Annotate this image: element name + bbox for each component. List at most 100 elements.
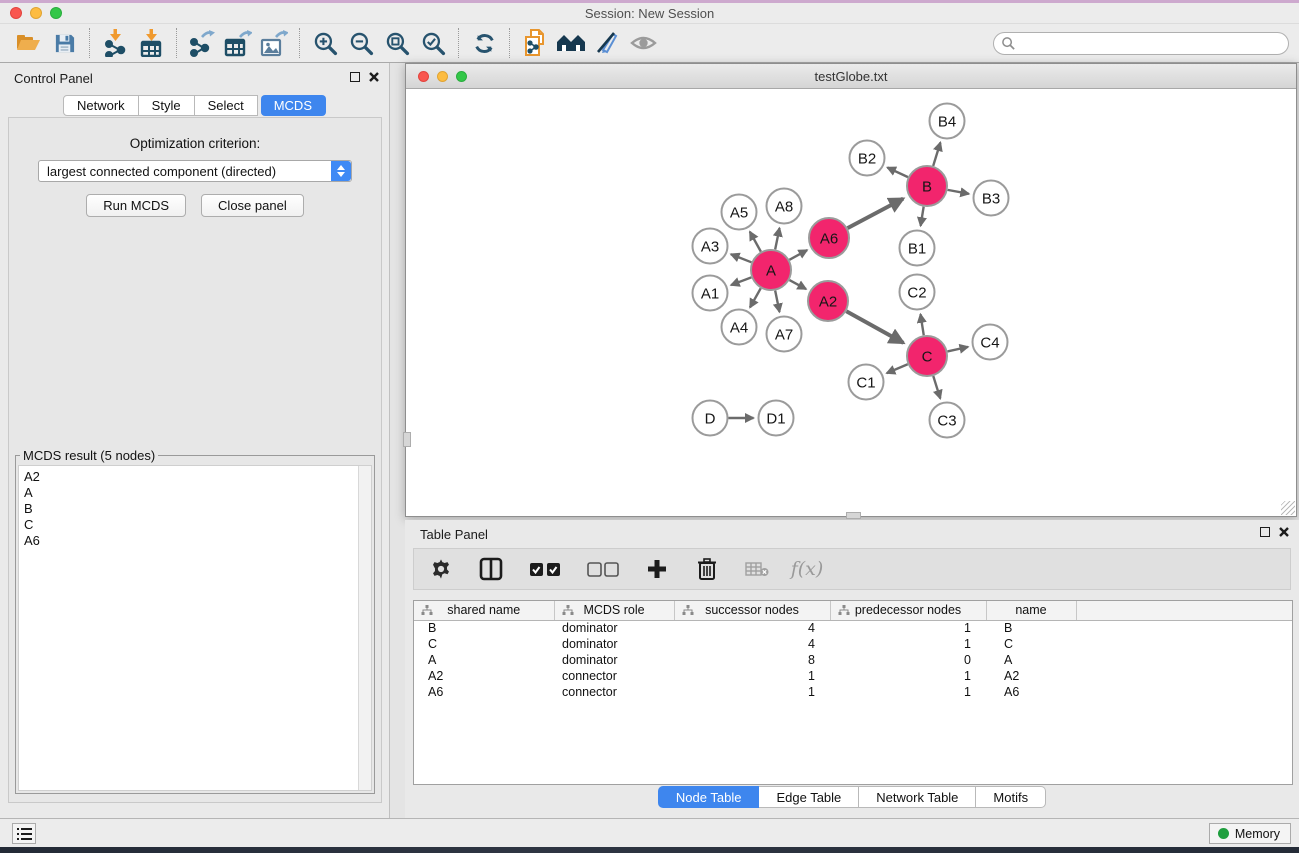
- graph-edge-A-A5[interactable]: [750, 232, 761, 252]
- clone-network-icon[interactable]: [517, 26, 553, 60]
- graph-edge-B-B4[interactable]: [933, 143, 940, 166]
- table-cell[interactable]: A6: [414, 684, 554, 700]
- close-panel-button[interactable]: Close panel: [201, 194, 304, 217]
- hide-graphics-details-icon[interactable]: [589, 26, 625, 60]
- zoom-in-icon[interactable]: [307, 26, 343, 60]
- table-cell[interactable]: 1: [830, 684, 986, 700]
- tab-motifs[interactable]: Motifs: [976, 786, 1046, 808]
- column-header-predecessor-nodes[interactable]: predecessor nodes: [830, 601, 986, 620]
- tab-network-table[interactable]: Network Table: [859, 786, 976, 808]
- graph-edge-B-B3[interactable]: [948, 190, 969, 194]
- graph-edge-A-A4[interactable]: [750, 288, 761, 307]
- graph-edge-A-A1[interactable]: [731, 277, 751, 285]
- table-cell[interactable]: 0: [830, 652, 986, 668]
- zoom-fit-icon[interactable]: [379, 26, 415, 60]
- graph-edge-A-A6[interactable]: [789, 250, 807, 260]
- tab-node-table[interactable]: Node Table: [658, 786, 760, 808]
- column-header-successor-nodes[interactable]: successor nodes: [674, 601, 830, 620]
- table-row[interactable]: Adominator80A: [414, 652, 1292, 668]
- run-mcds-button[interactable]: Run MCDS: [86, 194, 186, 217]
- table-float-panel-icon[interactable]: [1260, 527, 1270, 537]
- show-columns-icon[interactable]: [478, 556, 504, 582]
- table-cell[interactable]: 1: [674, 684, 830, 700]
- close-window-button[interactable]: [10, 7, 22, 19]
- network-graph[interactable]: B4B2BB3A5A8A6B1A3AA1C2A2A4A7C4CC1C3DD1: [406, 89, 1296, 516]
- network-zoom-button[interactable]: [456, 71, 467, 82]
- table-cell[interactable]: A2: [986, 668, 1076, 684]
- zoom-selected-icon[interactable]: [415, 26, 451, 60]
- table-cell[interactable]: 4: [674, 620, 830, 636]
- table-cell[interactable]: dominator: [554, 636, 674, 652]
- table-close-panel-icon[interactable]: [1279, 527, 1289, 537]
- tab-edge-table[interactable]: Edge Table: [759, 786, 859, 808]
- table-cell[interactable]: 4: [674, 636, 830, 652]
- table-cell[interactable]: A6: [986, 684, 1076, 700]
- deselect-all-icon[interactable]: [586, 556, 620, 582]
- delete-column-trash-icon[interactable]: [694, 556, 720, 582]
- import-network-icon[interactable]: [97, 26, 133, 60]
- tab-network[interactable]: Network: [63, 95, 139, 116]
- save-session-icon[interactable]: [46, 26, 82, 60]
- graph-edge-A-A3[interactable]: [731, 254, 752, 262]
- table-row[interactable]: A6connector11A6: [414, 684, 1292, 700]
- zoom-window-button[interactable]: [50, 7, 62, 19]
- tab-style[interactable]: Style: [139, 95, 195, 116]
- table-cell[interactable]: 8: [674, 652, 830, 668]
- import-table-icon[interactable]: [133, 26, 169, 60]
- table-row[interactable]: Bdominator41B: [414, 620, 1292, 636]
- export-network-icon[interactable]: [184, 26, 220, 60]
- graph-edge-A-A2[interactable]: [789, 280, 806, 289]
- search-input[interactable]: [993, 32, 1289, 55]
- network-vertical-scroll-thumb[interactable]: [403, 432, 411, 447]
- graph-edge-C-C1[interactable]: [887, 364, 908, 373]
- graph-edge-A2-C[interactable]: [846, 311, 903, 343]
- table-settings-gear-icon[interactable]: [428, 556, 454, 582]
- tab-mcds[interactable]: MCDS: [261, 95, 326, 116]
- mcds-list-scrollbar[interactable]: [358, 466, 371, 790]
- network-resize-grip[interactable]: [1281, 501, 1295, 515]
- criterion-dropdown[interactable]: largest connected component (directed): [38, 160, 352, 182]
- table-cell[interactable]: B: [986, 620, 1076, 636]
- column-header-MCDS-role[interactable]: MCDS role: [554, 601, 674, 620]
- network-close-button[interactable]: [418, 71, 429, 82]
- graph-edge-B-B1[interactable]: [921, 207, 924, 226]
- graph-edge-C-C3[interactable]: [933, 376, 940, 398]
- zoom-out-icon[interactable]: [343, 26, 379, 60]
- select-all-icon[interactable]: [528, 556, 562, 582]
- memory-button[interactable]: Memory: [1209, 823, 1291, 844]
- export-table-icon[interactable]: [220, 26, 256, 60]
- export-image-icon[interactable]: [256, 26, 292, 60]
- table-cell[interactable]: connector: [554, 668, 674, 684]
- refresh-icon[interactable]: [466, 26, 502, 60]
- close-panel-icon[interactable]: [369, 72, 379, 82]
- float-panel-icon[interactable]: [350, 72, 360, 82]
- column-header-name[interactable]: name: [986, 601, 1076, 620]
- network-canvas[interactable]: B4B2BB3A5A8A6B1A3AA1C2A2A4A7C4CC1C3DD1: [406, 89, 1296, 516]
- table-row[interactable]: Cdominator41C: [414, 636, 1292, 652]
- table-cell[interactable]: connector: [554, 684, 674, 700]
- add-column-icon[interactable]: [644, 556, 670, 582]
- graph-edge-C-C4[interactable]: [947, 347, 968, 352]
- table-cell[interactable]: A: [986, 652, 1076, 668]
- table-row[interactable]: A2connector11A2: [414, 668, 1292, 684]
- network-minimize-button[interactable]: [437, 71, 448, 82]
- graph-edge-A6-B[interactable]: [848, 199, 904, 229]
- table-cell[interactable]: C: [986, 636, 1076, 652]
- graph-edge-C-C2[interactable]: [920, 314, 923, 335]
- graph-edge-A-A7[interactable]: [775, 291, 779, 312]
- table-cell[interactable]: 1: [830, 620, 986, 636]
- table-cell[interactable]: dominator: [554, 620, 674, 636]
- home-icon[interactable]: [553, 26, 589, 60]
- table-cell[interactable]: dominator: [554, 652, 674, 668]
- graph-edge-B-B2[interactable]: [887, 168, 908, 178]
- table-cell[interactable]: 1: [830, 668, 986, 684]
- table-cell[interactable]: A2: [414, 668, 554, 684]
- minimize-window-button[interactable]: [30, 7, 42, 19]
- graph-edge-A-A8[interactable]: [775, 228, 779, 249]
- network-horizontal-scroll-thumb[interactable]: [846, 512, 861, 519]
- column-header-shared-name[interactable]: shared name: [414, 601, 554, 620]
- visibility-eye-icon[interactable]: [625, 26, 661, 60]
- table-cell[interactable]: 1: [830, 636, 986, 652]
- table-cell[interactable]: 1: [674, 668, 830, 684]
- network-window-titlebar[interactable]: testGlobe.txt: [406, 64, 1296, 89]
